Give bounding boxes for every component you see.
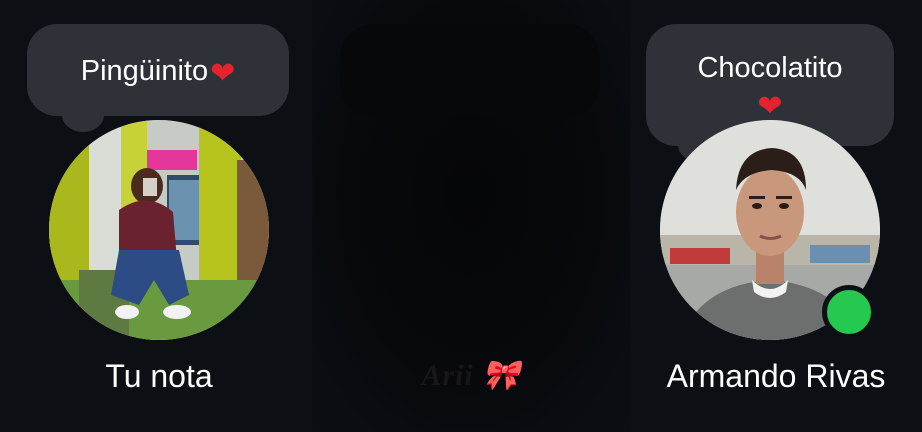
heart-icon: ❤ (757, 90, 783, 123)
note-card-you[interactable]: Pingüinito❤ Tu nota (0, 0, 310, 432)
note-owner-label: Tu nota (105, 358, 213, 394)
online-status-indicator (822, 285, 876, 339)
note-card-hidden[interactable]: Arii 🎀 (312, 0, 630, 432)
note-bubble[interactable]: Pingüinito❤ (27, 24, 289, 116)
heart-icon: ❤ (210, 57, 236, 90)
note-card-armando[interactable]: Chocolatito ❤ Armando Rivas (630, 0, 922, 432)
avatar-photo (49, 120, 269, 340)
notes-tray: Pingüinito❤ Tu nota Arii 🎀 Chocolatito ❤… (0, 0, 922, 432)
note-text: Chocolatito (697, 52, 843, 84)
note-bubble-dimmed (340, 24, 600, 118)
bubble-tail (62, 98, 104, 132)
note-owner-label: Armando Rivas (666, 358, 886, 394)
note-text: Pingüinito (80, 55, 209, 87)
note-owner-label: Arii 🎀 (421, 359, 521, 392)
avatar[interactable] (49, 120, 269, 340)
